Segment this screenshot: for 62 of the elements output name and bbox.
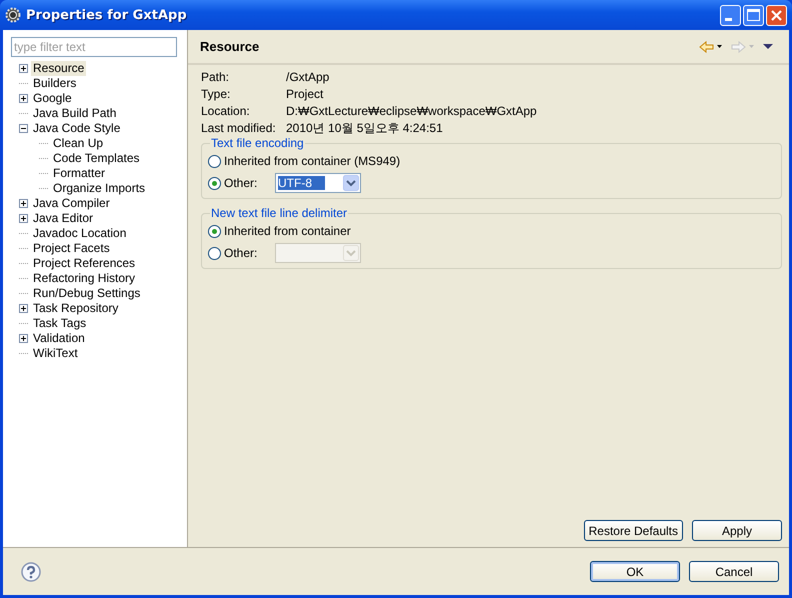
forward-arrow-icon [731, 40, 746, 54]
tree-item[interactable]: Validation [31, 331, 87, 346]
window-title: Properties for GxtApp [26, 8, 188, 22]
expand-icon[interactable] [19, 214, 28, 223]
tree-item[interactable]: Project Facets [31, 241, 112, 256]
tree-item[interactable]: Java Editor [31, 211, 96, 226]
field-value: Project [286, 86, 324, 102]
menu-icon[interactable] [763, 44, 773, 49]
tree-item[interactable]: Formatter [51, 166, 108, 181]
field-label: Location: [201, 103, 251, 119]
tree-item[interactable]: WikiText [31, 346, 80, 361]
radio-button[interactable]: Inherited from container (MS949) [208, 154, 400, 168]
button[interactable]: Restore Defaults [584, 520, 683, 541]
maximize-icon [747, 9, 760, 21]
button[interactable]: OK [590, 561, 680, 582]
tree-item[interactable]: Run/Debug Settings [31, 286, 142, 301]
expand-icon[interactable] [19, 94, 28, 103]
tree-item[interactable]: Google [31, 91, 74, 106]
tree-item[interactable]: Java Code Style [31, 121, 122, 136]
group-title: New text file line delimiter [210, 206, 348, 220]
tree-item[interactable]: Refactoring History [31, 271, 138, 286]
tree-item[interactable]: Builders [31, 76, 78, 91]
expand-icon[interactable] [19, 304, 28, 313]
tree-item[interactable]: Task Tags [31, 316, 88, 331]
close-button[interactable] [766, 4, 787, 26]
selected-value: UTF-8 [278, 176, 325, 190]
dropdown[interactable]: UTF-8 [275, 173, 361, 193]
radio-button[interactable]: Other: [208, 246, 267, 260]
minimize-button[interactable] [720, 4, 741, 26]
radio-button[interactable]: Inherited from container [208, 224, 351, 238]
button[interactable]: Cancel [689, 561, 779, 582]
tree-item[interactable]: Task Repository [31, 301, 120, 316]
filter-field[interactable]: type filter text [11, 37, 177, 57]
collapse-icon[interactable] [19, 124, 28, 133]
tree-item[interactable]: Javadoc Location [31, 226, 128, 241]
expand-icon[interactable] [19, 334, 28, 343]
tree-item[interactable]: Code Templates [51, 151, 142, 166]
field-label: Last modified: [201, 120, 277, 136]
radio-button[interactable]: Other: [208, 176, 267, 190]
field-value: D:₩GxtLecture₩eclipse₩workspace₩GxtApp [286, 103, 538, 119]
maximize-button[interactable] [743, 4, 764, 26]
field-label: Path: [201, 69, 230, 85]
field-value: 2010년 10월 5일오후 4:24:51 [286, 120, 444, 136]
minimize-icon [725, 18, 732, 20]
expand-icon[interactable] [19, 64, 28, 73]
close-icon [771, 10, 782, 20]
page-title: Resource [200, 39, 260, 54]
gear-icon [5, 7, 21, 23]
tree-item[interactable]: Organize Imports [51, 181, 148, 196]
field-label: Type: [201, 86, 232, 102]
expand-icon[interactable] [19, 199, 28, 208]
field-value: /GxtApp [286, 69, 330, 85]
button[interactable]: Apply [692, 520, 782, 541]
tree-item[interactable]: Resource [31, 61, 86, 76]
tree-item[interactable]: Project References [31, 256, 138, 271]
tree-item[interactable]: Java Compiler [31, 196, 112, 211]
help-icon[interactable] [21, 562, 41, 582]
caret-icon [749, 45, 754, 48]
tree-item[interactable]: Clean Up [51, 136, 106, 151]
tree-item[interactable]: Java Build Path [31, 106, 118, 121]
caret-icon[interactable] [717, 45, 722, 48]
group-title: Text file encoding [210, 136, 305, 150]
